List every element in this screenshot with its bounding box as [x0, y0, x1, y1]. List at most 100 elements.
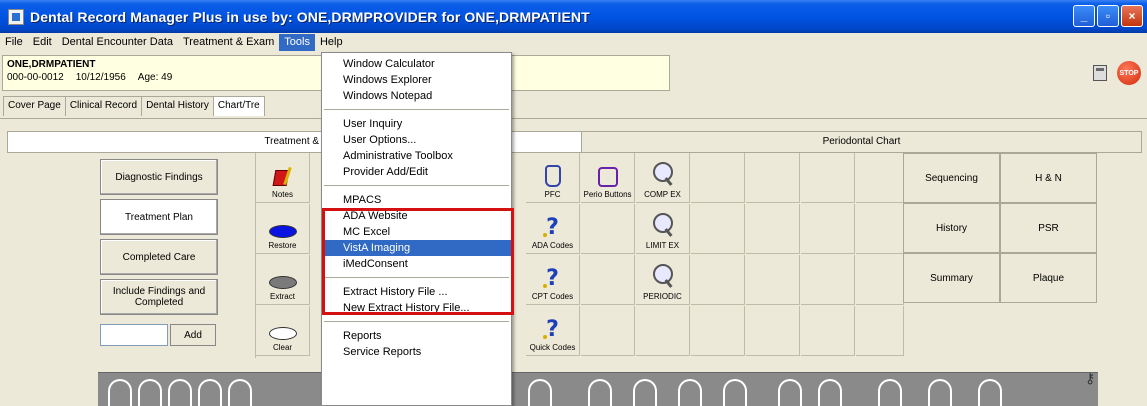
h-and-n-button[interactable]: H & N	[1000, 153, 1097, 203]
quick-codes-cell[interactable]: ? Quick Codes	[526, 306, 580, 356]
menu-mc-excel[interactable]: MC Excel	[322, 224, 511, 240]
perio-side-buttons: Sequencing H & N History PSR Summary Pla…	[903, 153, 1098, 303]
menu-dental-encounter-data[interactable]: Dental Encounter Data	[57, 34, 178, 51]
menu-separator	[324, 277, 509, 278]
menu-reports[interactable]: Reports	[322, 328, 511, 344]
tooth[interactable]	[528, 379, 552, 406]
menu-edit[interactable]: Edit	[28, 34, 57, 51]
code-input[interactable]	[100, 324, 168, 346]
add-button[interactable]: Add	[170, 324, 216, 346]
ada-codes-cell[interactable]: ? ADA Codes	[526, 204, 580, 254]
restore-cell[interactable]: Restore	[256, 204, 310, 254]
menu-user-inquiry[interactable]: User Inquiry	[322, 116, 511, 132]
menu-mpacs[interactable]: MPACS	[322, 192, 511, 208]
limit-ex-label: LIMIT EX	[645, 241, 680, 250]
question-icon: ?	[543, 215, 559, 240]
tooth[interactable]	[678, 379, 702, 406]
tooth[interactable]	[778, 379, 802, 406]
grid-empty-cell	[746, 153, 800, 203]
tab-dental-history[interactable]: Dental History	[141, 96, 214, 116]
history-button[interactable]: History	[903, 203, 1000, 253]
include-findings-completed-button[interactable]: Include Findings and Completed	[100, 279, 218, 315]
tooth[interactable]	[198, 379, 222, 406]
chart-panel: Treatment & I Periodontal Chart Diagnost…	[0, 118, 1147, 406]
clear-oval-icon	[268, 327, 297, 340]
magnifier-icon	[651, 212, 675, 238]
ada-codes-label: ADA Codes	[531, 241, 574, 250]
tooth[interactable]	[633, 379, 657, 406]
grid-empty-cell	[581, 204, 635, 254]
menu-windows-notepad[interactable]: Windows Notepad	[322, 88, 511, 104]
tab-chart-treatment[interactable]: Chart/Tre	[212, 96, 265, 116]
cpt-codes-cell[interactable]: ? CPT Codes	[526, 255, 580, 305]
limit-ex-cell[interactable]: LIMIT EX	[636, 204, 690, 254]
finding-mode-buttons: Diagnostic Findings Treatment Plan Compl…	[100, 159, 218, 319]
grid-empty-cell	[746, 204, 800, 254]
notes-icon	[272, 167, 294, 187]
extract-cell[interactable]: Extract	[256, 255, 310, 305]
pfc-cell[interactable]: PFC	[526, 153, 580, 203]
menu-file[interactable]: File	[0, 34, 28, 51]
periodontal-chart-header[interactable]: Periodontal Chart	[581, 131, 1142, 153]
window-title: Dental Record Manager Plus in use by: ON…	[30, 8, 590, 25]
grid-empty-cell	[746, 255, 800, 305]
menu-user-options[interactable]: User Options...	[322, 132, 511, 148]
menu-separator	[324, 109, 509, 110]
tooth[interactable]	[168, 379, 192, 406]
menu-imedconsent[interactable]: iMedConsent	[322, 256, 511, 272]
maximize-button[interactable]: ▫	[1097, 5, 1119, 27]
tooth[interactable]	[878, 379, 902, 406]
key-icon[interactable]: ⚷	[1085, 370, 1095, 387]
menu-windows-explorer[interactable]: Windows Explorer	[322, 72, 511, 88]
menu-separator	[324, 321, 509, 322]
menu-vista-imaging[interactable]: VistA Imaging	[322, 240, 511, 256]
sequencing-button[interactable]: Sequencing	[903, 153, 1000, 203]
pfc-label: PFC	[544, 190, 561, 199]
menu-new-extract-history-file[interactable]: New Extract History File...	[322, 300, 511, 316]
tooth[interactable]	[108, 379, 132, 406]
completed-care-button[interactable]: Completed Care	[100, 239, 218, 275]
diagnostic-findings-button[interactable]: Diagnostic Findings	[100, 159, 218, 195]
periodic-cell[interactable]: PERIODIC	[636, 255, 690, 305]
stop-icon[interactable]: STOP	[1117, 61, 1141, 85]
tab-cover-page[interactable]: Cover Page	[3, 96, 66, 116]
tooth[interactable]	[588, 379, 612, 406]
notes-cell[interactable]: Notes	[256, 153, 310, 203]
menu-tools[interactable]: Tools	[279, 34, 315, 51]
tooth-pfc-icon	[544, 165, 561, 187]
close-button[interactable]: ×	[1121, 5, 1143, 27]
grid-empty-cell	[856, 153, 904, 203]
tooth[interactable]	[138, 379, 162, 406]
tooth[interactable]	[818, 379, 842, 406]
minimize-button[interactable]: _	[1073, 5, 1095, 27]
menu-provider-add-edit[interactable]: Provider Add/Edit	[322, 164, 511, 180]
tooth[interactable]	[978, 379, 1002, 406]
tooth[interactable]	[228, 379, 252, 406]
menu-administrative-toolbox[interactable]: Administrative Toolbox	[322, 148, 511, 164]
psr-button[interactable]: PSR	[1000, 203, 1097, 253]
treatment-plan-button[interactable]: Treatment Plan	[100, 199, 218, 235]
calculator-icon[interactable]	[1093, 65, 1107, 81]
menu-treatment-exam[interactable]: Treatment & Exam	[178, 34, 279, 51]
grid-empty-cell	[636, 306, 690, 356]
restore-label: Restore	[268, 241, 297, 250]
grid-empty-cell	[581, 306, 635, 356]
tooth-chart[interactable]	[98, 372, 1098, 406]
notes-label: Notes	[272, 190, 293, 199]
menu-help[interactable]: Help	[315, 34, 348, 51]
menu-window-calculator[interactable]: Window Calculator	[322, 56, 511, 72]
clear-cell[interactable]: Clear	[256, 306, 310, 356]
grid-empty-cell	[856, 306, 904, 356]
perio-buttons-cell[interactable]: Perio Buttons	[581, 153, 635, 203]
summary-button[interactable]: Summary	[903, 253, 1000, 303]
tab-clinical-record[interactable]: Clinical Record	[64, 96, 143, 116]
tooth[interactable]	[928, 379, 952, 406]
menu-extract-history-file[interactable]: Extract History File ...	[322, 284, 511, 300]
menu-ada-website[interactable]: ADA Website	[322, 208, 511, 224]
menu-service-reports[interactable]: Service Reports	[322, 344, 511, 360]
grid-empty-cell	[801, 153, 855, 203]
tooth[interactable]	[723, 379, 747, 406]
comp-ex-cell[interactable]: COMP EX	[636, 153, 690, 203]
plaque-button[interactable]: Plaque	[1000, 253, 1097, 303]
quick-codes-label: Quick Codes	[529, 343, 576, 352]
